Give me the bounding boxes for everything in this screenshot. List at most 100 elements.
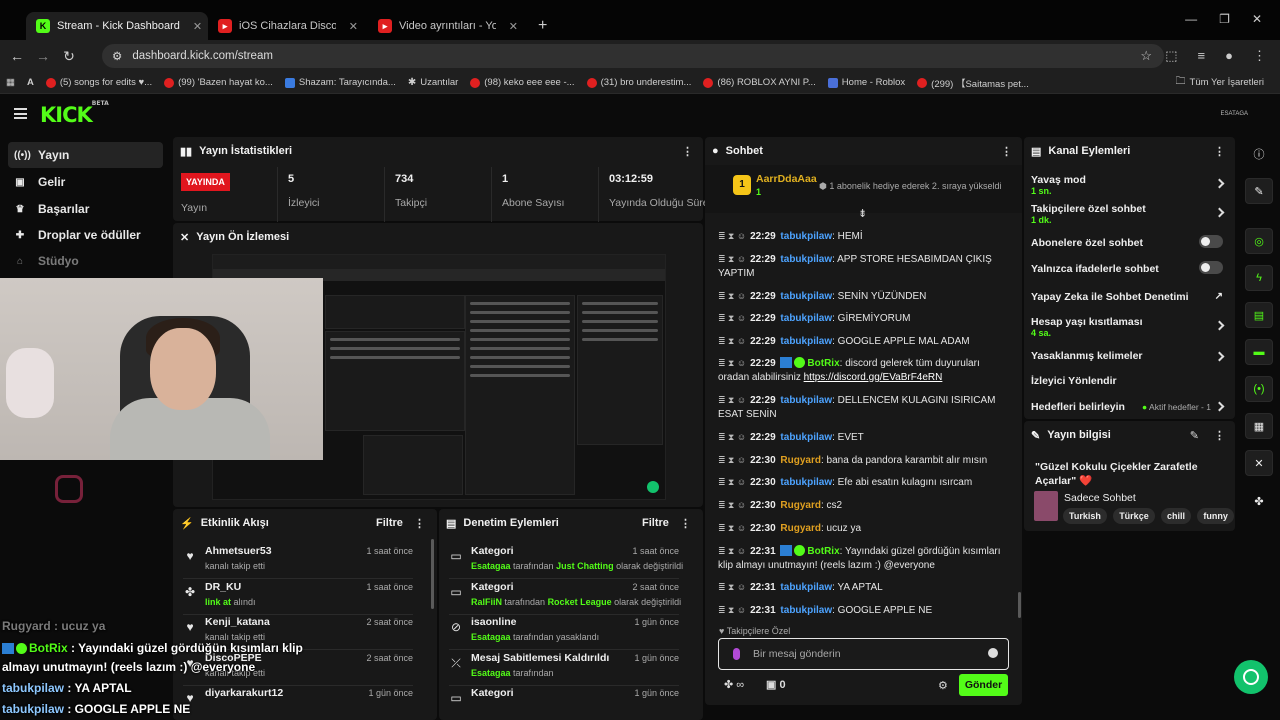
extensions-icon[interactable]: ⬚: [1165, 48, 1177, 64]
bookmark-item[interactable]: Shazam: Tarayıcında...: [284, 77, 396, 88]
account-age-row[interactable]: Hesap yaşı kısıtlaması 4 sa.: [1031, 316, 1227, 338]
tag-chip[interactable]: funny: [1197, 508, 1234, 524]
mod-actions-icon[interactable]: ≣ ⧗ ☺: [718, 455, 746, 465]
chat-username[interactable]: tabukpilaw: [780, 254, 832, 265]
bookmark-item[interactable]: (86) ROBLOX AYNI P...: [703, 77, 816, 88]
more-options-icon[interactable]: ⋮: [1001, 145, 1012, 158]
user-name[interactable]: ESATAGA: [1221, 111, 1248, 117]
bookmark-a-icon[interactable]: A: [27, 77, 34, 88]
event-filter-button[interactable]: Filtre: [376, 517, 403, 529]
bolt-icon[interactable]: ϟ: [1245, 265, 1273, 291]
chat-icon[interactable]: ▬: [1245, 339, 1273, 365]
chat-username[interactable]: Rugyard: [780, 523, 821, 534]
bookmark-item[interactable]: (5) songs for edits ♥...: [45, 77, 152, 88]
close-window-icon[interactable]: ✕: [1252, 12, 1262, 26]
kick-logo[interactable]: KICKBETA: [40, 100, 109, 127]
category-name[interactable]: Sadece Sohbet: [1064, 492, 1136, 504]
settings-icon[interactable]: ✤: [1245, 488, 1273, 514]
chat-username[interactable]: tabukpilaw: [780, 291, 832, 302]
sidebar-item-studyo[interactable]: ⌂ Stüdyo: [8, 248, 163, 274]
tag-chip[interactable]: Türkçe: [1113, 508, 1155, 524]
chat-username[interactable]: tabukpilaw: [780, 395, 832, 406]
new-tab-button[interactable]: +: [528, 12, 557, 40]
mod-actions-icon[interactable]: ≣ ⧗ ☺: [718, 500, 746, 510]
more-options-icon[interactable]: ⋮: [682, 145, 693, 158]
ai-moderation-row[interactable]: Yapay Zeka ile Sohbet Denetimi ↗: [1031, 291, 1227, 303]
browser-tab-youtube-discord[interactable]: ▸ iOS Cihazlara Discord Nasıl İndir ✕: [208, 12, 368, 40]
channel-points-icon[interactable]: ✤ ∞: [724, 678, 744, 691]
edit-icon[interactable]: ✎: [1190, 429, 1199, 442]
media-icon[interactable]: ≡: [1198, 48, 1206, 64]
mod-actions-icon[interactable]: ≣ ⧗ ☺: [718, 605, 746, 615]
restore-icon[interactable]: ❐: [1219, 12, 1230, 26]
profile-icon[interactable]: ●: [1225, 48, 1233, 64]
minimize-icon[interactable]: —: [1185, 12, 1197, 26]
collapse-icon[interactable]: ⇟: [858, 207, 867, 220]
broadcast-icon[interactable]: (•): [1245, 376, 1273, 402]
info-icon[interactable]: ⓘ: [1245, 141, 1273, 167]
menu-toggle-icon[interactable]: [14, 108, 27, 119]
mod-actions-icon[interactable]: ≣ ⧗ ☺: [718, 395, 746, 405]
chat-username[interactable]: Rugyard: [780, 500, 821, 511]
site-info-icon[interactable]: ⚙: [112, 49, 122, 63]
close-icon[interactable]: ✕: [187, 20, 202, 33]
bookmark-item[interactable]: (99) 'Bazen hayat ko...: [164, 77, 273, 88]
scrollbar[interactable]: [431, 539, 434, 609]
wrench-icon[interactable]: ✕: [1245, 450, 1273, 476]
mic-icon[interactable]: [733, 648, 740, 660]
emotes-only-toggle[interactable]: [1199, 261, 1223, 274]
sidebar-item-droplar[interactable]: ✚ Droplar ve ödüller: [8, 222, 163, 248]
raid-row[interactable]: İzleyici Yönlendir: [1031, 375, 1227, 387]
browser-tab-youtube-studio[interactable]: ▸ Video ayrıntıları - YouTube Stud ✕: [368, 12, 528, 40]
mod-actions-icon[interactable]: ≣ ⧗ ☺: [718, 254, 746, 264]
back-icon[interactable]: ←: [4, 48, 30, 64]
mod-actions-icon[interactable]: ≣ ⧗ ☺: [718, 291, 746, 301]
bookmark-item[interactable]: (98) keko eee eee -...: [470, 77, 575, 88]
sidebar-item-gelir[interactable]: ▣ Gelir: [8, 169, 163, 195]
subscribers-only-toggle[interactable]: [1199, 235, 1223, 248]
chat-input[interactable]: Bir mesaj gönderin: [718, 638, 1009, 670]
mod-actions-icon[interactable]: ≣ ⧗ ☺: [718, 432, 746, 442]
more-options-icon[interactable]: ⋮: [1214, 429, 1225, 442]
chat-settings-icon[interactable]: ⚙: [938, 679, 948, 692]
moderation-filter-button[interactable]: Filtre: [642, 517, 669, 529]
more-options-icon[interactable]: ⋮: [1214, 145, 1225, 158]
chat-username[interactable]: tabukpilaw: [780, 336, 832, 347]
all-bookmarks[interactable]: 🗀 Tüm Yer İşaretleri: [1176, 74, 1264, 91]
chat-username[interactable]: Rugyard: [780, 455, 821, 466]
more-options-icon[interactable]: ⋮: [680, 517, 691, 530]
bookmark-item[interactable]: (31) bro underestim...: [586, 77, 691, 88]
banned-words-row[interactable]: Yasaklanmış kelimeler: [1031, 350, 1227, 362]
bookmark-star-icon[interactable]: ☆: [1140, 48, 1152, 64]
browser-tab-kick[interactable]: K Stream - Kick Dashboard ✕: [26, 12, 208, 40]
mod-actions-icon[interactable]: ≣ ⧗ ☺: [718, 582, 746, 592]
tag-chip[interactable]: Turkish: [1063, 508, 1107, 524]
points-counter[interactable]: ▣ 0: [766, 678, 786, 691]
close-icon[interactable]: ✕: [503, 20, 518, 33]
reload-icon[interactable]: ↻: [56, 48, 82, 65]
chat-username[interactable]: BotRix: [807, 358, 839, 369]
bookmark-item[interactable]: ✱ Uzantılar: [408, 77, 458, 88]
mod-actions-icon[interactable]: ≣ ⧗ ☺: [718, 231, 746, 241]
emoji-icon[interactable]: [988, 648, 998, 658]
document-icon[interactable]: ▤: [1245, 302, 1273, 328]
mod-actions-icon[interactable]: ≣ ⧗ ☺: [718, 358, 746, 368]
mod-actions-icon[interactable]: ≣ ⧗ ☺: [718, 477, 746, 487]
goals-row[interactable]: Hedefleri belirleyin ● Aktif hedefler - 1: [1031, 401, 1227, 413]
layout-icon[interactable]: ▦: [1245, 413, 1273, 439]
camera-icon[interactable]: ◎: [1245, 228, 1273, 254]
chat-username[interactable]: BotRix: [807, 546, 839, 557]
chat-username[interactable]: tabukpilaw: [780, 605, 832, 616]
chat-username[interactable]: tabukpilaw: [780, 477, 832, 488]
chat-username[interactable]: tabukpilaw: [780, 432, 832, 443]
mod-actions-icon[interactable]: ≣ ⧗ ☺: [718, 546, 746, 556]
chat-username[interactable]: tabukpilaw: [780, 582, 832, 593]
send-button[interactable]: Gönder: [959, 674, 1008, 696]
chat-link[interactable]: https://discord.gg/EVaBrF4eRN: [804, 372, 943, 383]
close-icon[interactable]: ✕: [343, 20, 358, 33]
forward-icon[interactable]: →: [30, 48, 56, 64]
menu-icon[interactable]: ⋮: [1253, 48, 1266, 64]
mod-actions-icon[interactable]: ≣ ⧗ ☺: [718, 313, 746, 323]
more-options-icon[interactable]: ⋮: [414, 517, 425, 530]
scrollbar[interactable]: [1018, 592, 1021, 618]
